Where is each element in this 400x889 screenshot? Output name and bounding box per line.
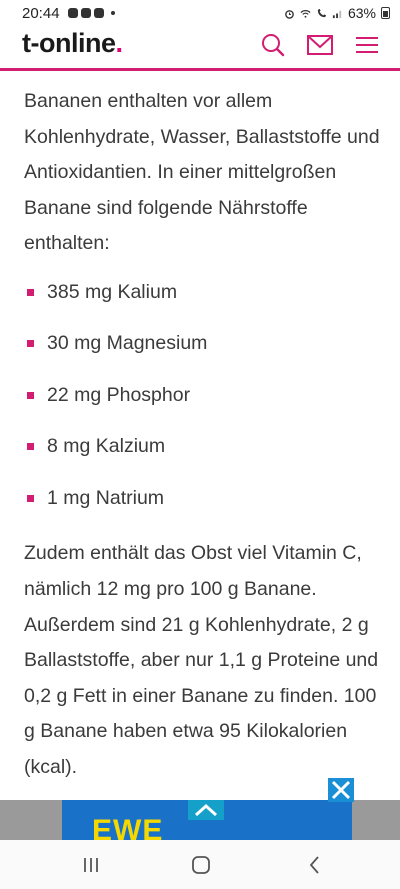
- home-icon[interactable]: [186, 850, 216, 880]
- list-item: 30 mg Magnesium: [24, 330, 380, 356]
- call-icon: [317, 8, 327, 17]
- close-icon[interactable]: [328, 778, 354, 802]
- menu-icon[interactable]: [352, 30, 382, 60]
- status-bar: 20:44 63%: [0, 0, 400, 26]
- back-icon[interactable]: [300, 850, 330, 880]
- system-icons: 63%: [284, 5, 390, 21]
- list-item: 385 mg Kalium: [24, 279, 380, 305]
- recent-apps-icon[interactable]: [76, 850, 106, 880]
- chevron-up-icon[interactable]: [188, 800, 224, 820]
- intro-paragraph: Bananen enthalten vor allem Kohlenhydrat…: [24, 90, 380, 255]
- nutrient-list: 385 mg Kalium 30 mg Magnesium 22 mg Phos…: [24, 279, 380, 511]
- list-item-text: 8 mg Kalzium: [47, 435, 166, 458]
- bullet-icon: [27, 494, 34, 502]
- signal-icon: [332, 10, 342, 18]
- logo-text: t-online: [22, 28, 116, 58]
- navigation-bar: [0, 840, 400, 889]
- alarm-icon: [285, 9, 294, 19]
- list-item-text: 1 mg Natrium: [47, 486, 165, 509]
- battery-percent: 63%: [347, 5, 376, 21]
- search-icon[interactable]: [258, 30, 288, 60]
- pinwheel-icon: [94, 8, 104, 18]
- body-paragraph: Zudem enthält das Obst viel Vitamin C, n…: [24, 542, 379, 779]
- list-item-text: 385 mg Kalium: [47, 280, 178, 303]
- cloud-icon: [68, 8, 78, 18]
- list-item: 22 mg Phosphor: [24, 382, 380, 408]
- status-time: 20:44: [22, 5, 60, 22]
- list-item-text: 30 mg Magnesium: [47, 332, 208, 355]
- ad-text: EWE: [92, 814, 164, 840]
- notification-icons: [68, 8, 115, 18]
- chat-icon: [81, 8, 91, 18]
- mail-icon[interactable]: [305, 30, 335, 60]
- list-item: 1 mg Natrium: [24, 485, 380, 511]
- site-logo[interactable]: t-online.: [22, 28, 123, 59]
- wifi-icon: [300, 9, 311, 18]
- logo-dot: .: [115, 28, 123, 58]
- more-notifications-icon: [111, 11, 115, 15]
- header-divider: [0, 68, 400, 71]
- site-header: t-online.: [0, 26, 400, 68]
- bullet-icon: [27, 288, 34, 296]
- list-item-text: 22 mg Phosphor: [47, 383, 191, 406]
- article-body: Bananen enthalten vor allem Kohlenhydrat…: [24, 84, 380, 786]
- bullet-icon: [27, 391, 34, 399]
- battery-icon: [381, 7, 390, 19]
- list-item: 8 mg Kalzium: [24, 433, 380, 459]
- bullet-icon: [27, 340, 34, 348]
- bullet-icon: [27, 443, 34, 451]
